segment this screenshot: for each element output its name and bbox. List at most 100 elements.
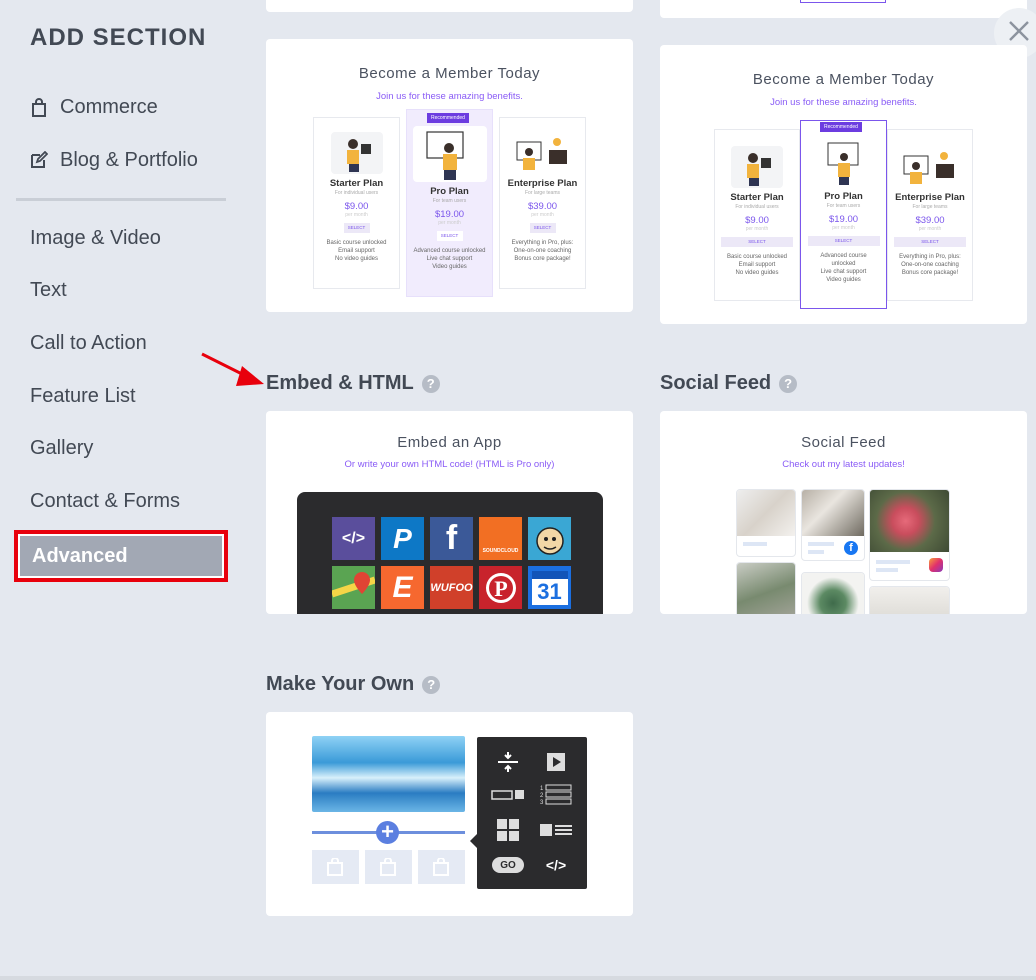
plan-feature: Basic course unlocked: [726, 254, 788, 260]
post-caption-line: [808, 542, 834, 546]
help-icon[interactable]: ?: [422, 675, 441, 694]
plan-column: Starter Plan For individual users $9.00 …: [313, 117, 400, 289]
plan-period: per month: [918, 226, 942, 232]
sidebar-item-label: Commerce: [60, 96, 158, 118]
select-button: SELECT: [807, 236, 880, 246]
plan-name: Enterprise Plan: [895, 192, 965, 203]
plan-feature: One-on-one coaching: [513, 248, 572, 254]
plan-feature: Live chat support: [426, 256, 473, 262]
spacer-icon: [495, 749, 521, 775]
sidebar-item-feature-list[interactable]: Feature List: [30, 385, 136, 408]
plan-audience: For team users: [432, 198, 467, 204]
plan-column: Starter Plan For individual users $9.00 …: [714, 129, 800, 301]
post-caption-line: [808, 550, 824, 554]
image-text-icon: [537, 819, 575, 841]
facebook-icon: f: [430, 517, 473, 560]
recommended-badge: Recommended: [820, 122, 862, 132]
sidebar-item-advanced[interactable]: Advanced: [14, 530, 228, 582]
sidebar-item-call-to-action[interactable]: Call to Action: [30, 332, 147, 355]
plan-feature: Bonus core package!: [901, 270, 959, 276]
social-post-tile: [736, 562, 796, 614]
sidebar-item-label: Image & Video: [30, 227, 161, 249]
plan-price: $19.00: [434, 209, 465, 220]
card-subtitle: Join us for these amazing benefits.: [376, 91, 523, 102]
card-title: Become a Member Today: [752, 71, 935, 88]
membership-template-card[interactable]: Become a Member Today Join us for these …: [660, 45, 1027, 324]
plan-name: Enterprise Plan: [507, 178, 578, 189]
social-feed-template-card[interactable]: Social Feed Check out my latest updates!…: [660, 411, 1027, 614]
post-caption-line: [876, 568, 898, 572]
plan-price: $39.00: [915, 215, 945, 226]
wufoo-icon: WUFOO: [430, 566, 473, 609]
plan-outline-fragment: [800, 0, 886, 3]
plan-feature: Email support: [338, 248, 375, 254]
template-card-partial[interactable]: [660, 0, 1027, 18]
plan-period: per month: [832, 225, 855, 231]
bottom-strip: [0, 976, 1036, 980]
help-icon[interactable]: ?: [779, 374, 798, 393]
shopping-bag-icon: [30, 97, 50, 118]
pinterest-icon: P: [479, 566, 522, 609]
card-title: Become a Member Today: [358, 65, 541, 82]
plan-feature: Everything in Pro, plus:: [511, 240, 574, 246]
plan-feature: Video guides: [432, 264, 467, 270]
section-heading-social: Social Feed ?: [660, 372, 798, 395]
plan-feature: Email support: [738, 262, 776, 268]
select-button: SELECT: [894, 237, 966, 247]
plan-column: Enterprise Plan For large teams $39.00 p…: [499, 117, 586, 289]
sidebar-item-label: Blog & Portfolio: [60, 149, 198, 171]
post-caption-line: [876, 560, 910, 564]
sidebar-item-label: Call to Action: [30, 332, 147, 354]
membership-template-card[interactable]: Become a Member Today Join us for these …: [266, 39, 633, 312]
select-button: SELECT: [436, 231, 463, 241]
sidebar-item-label: Gallery: [30, 437, 94, 459]
person-illustration-icon: [731, 146, 783, 188]
soundcloud-icon: SOUNDCLOUD: [479, 517, 522, 560]
plan-audience: For large teams: [524, 190, 560, 196]
plan-price: $19.00: [828, 214, 859, 225]
plan-feature: No video guides: [334, 256, 379, 262]
template-card-partial[interactable]: [266, 0, 633, 12]
plan-features: Advanced course unlocked Live chat suppo…: [407, 247, 492, 271]
person-illustration-icon: [330, 132, 383, 174]
sidebar-item-text[interactable]: Text: [30, 279, 67, 302]
card-subtitle: Join us for these amazing benefits.: [770, 97, 917, 108]
sidebar-item-image-video[interactable]: Image & Video: [30, 227, 161, 250]
person-illustration-icon: [821, 139, 866, 187]
plan-feature: unlocked: [831, 261, 856, 267]
sidebar-item-label: Advanced: [20, 536, 222, 576]
plan-feature: Advanced course: [820, 253, 867, 259]
sidebar-divider: [16, 198, 226, 201]
code-icon: </>: [332, 517, 375, 560]
edit-icon: [30, 150, 50, 171]
mailchimp-icon: [528, 517, 571, 560]
post-photo: [737, 563, 795, 614]
sidebar-title: ADD SECTION: [30, 24, 207, 51]
social-post-tile: [869, 489, 950, 581]
facebook-icon: f: [844, 541, 858, 555]
plan-name: Starter Plan: [730, 192, 784, 203]
eventbrite-icon: E: [381, 566, 424, 609]
sidebar-item-gallery[interactable]: Gallery: [30, 437, 93, 460]
post-photo: [870, 490, 949, 552]
video-icon: [543, 749, 569, 775]
card-subtitle: Or write your own HTML code! (HTML is Pr…: [344, 459, 555, 470]
sidebar-item-commerce[interactable]: Commerce: [30, 96, 158, 119]
plan-price: $39.00: [527, 201, 558, 212]
social-post-tile: [869, 586, 950, 614]
plan-period: per month: [345, 212, 368, 218]
section-heading-label: Embed & HTML: [266, 372, 414, 394]
help-icon[interactable]: ?: [421, 374, 440, 393]
svg-text:1: 1: [540, 786, 544, 792]
plan-price: $9.00: [745, 215, 769, 226]
make-your-own-template-card[interactable]: + 123 GO </>: [266, 712, 633, 916]
google-maps-icon: [332, 566, 375, 609]
sidebar-item-label: Contact & Forms: [30, 490, 181, 512]
post-photo: [802, 490, 864, 536]
plan-feature: Everything in Pro, plus:: [899, 254, 961, 260]
sidebar-item-blog-portfolio[interactable]: Blog & Portfolio: [30, 149, 198, 172]
sidebar-item-contact-forms[interactable]: Contact & Forms: [30, 490, 180, 513]
social-post-tile: f: [801, 489, 865, 561]
embed-app-template-card[interactable]: Embed an App Or write your own HTML code…: [266, 411, 633, 614]
calendar-icon: 31: [528, 566, 571, 609]
